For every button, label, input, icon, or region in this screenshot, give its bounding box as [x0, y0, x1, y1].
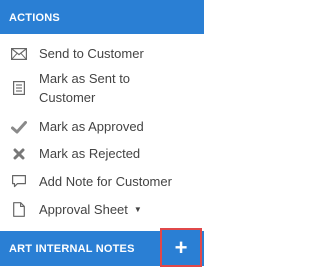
- approval-sheet-dropdown[interactable]: Approval Sheet ▼: [0, 200, 204, 220]
- send-to-customer-item[interactable]: Send to Customer: [0, 44, 204, 64]
- plus-icon: +: [174, 234, 188, 260]
- approval-sheet-label: Approval Sheet ▼: [39, 202, 142, 217]
- file-icon: [11, 201, 27, 217]
- actions-title: ACTIONS: [9, 12, 60, 24]
- send-to-customer-label: Send to Customer: [39, 46, 144, 61]
- envelope-icon: [11, 47, 27, 61]
- speech-bubble-icon: [11, 174, 27, 188]
- actions-panel: ACTIONS Send to Customer Mark as Sent to…: [0, 0, 204, 270]
- art-internal-notes-title: ART INTERNAL NOTES: [9, 243, 135, 255]
- checkmark-icon: [11, 120, 27, 134]
- mark-as-sent-label-line1: Mark as Sent to: [39, 71, 131, 86]
- mark-as-rejected-item[interactable]: Mark as Rejected: [0, 144, 204, 164]
- mark-as-sent-item[interactable]: Mark as Sent to Customer: [0, 69, 204, 109]
- chevron-down-icon: ▼: [133, 205, 142, 214]
- mark-as-approved-item[interactable]: Mark as Approved: [0, 117, 204, 137]
- add-note-label: Add Note for Customer: [39, 174, 172, 189]
- mark-as-sent-label-line2: Customer: [39, 90, 96, 105]
- mark-as-approved-label: Mark as Approved: [39, 119, 144, 134]
- add-internal-note-button[interactable]: +: [160, 228, 202, 267]
- document-list-icon: [11, 81, 27, 95]
- x-mark-icon: [11, 147, 27, 161]
- mark-as-rejected-label: Mark as Rejected: [39, 146, 141, 161]
- actions-header: ACTIONS: [0, 0, 204, 34]
- add-note-item[interactable]: Add Note for Customer: [0, 172, 204, 192]
